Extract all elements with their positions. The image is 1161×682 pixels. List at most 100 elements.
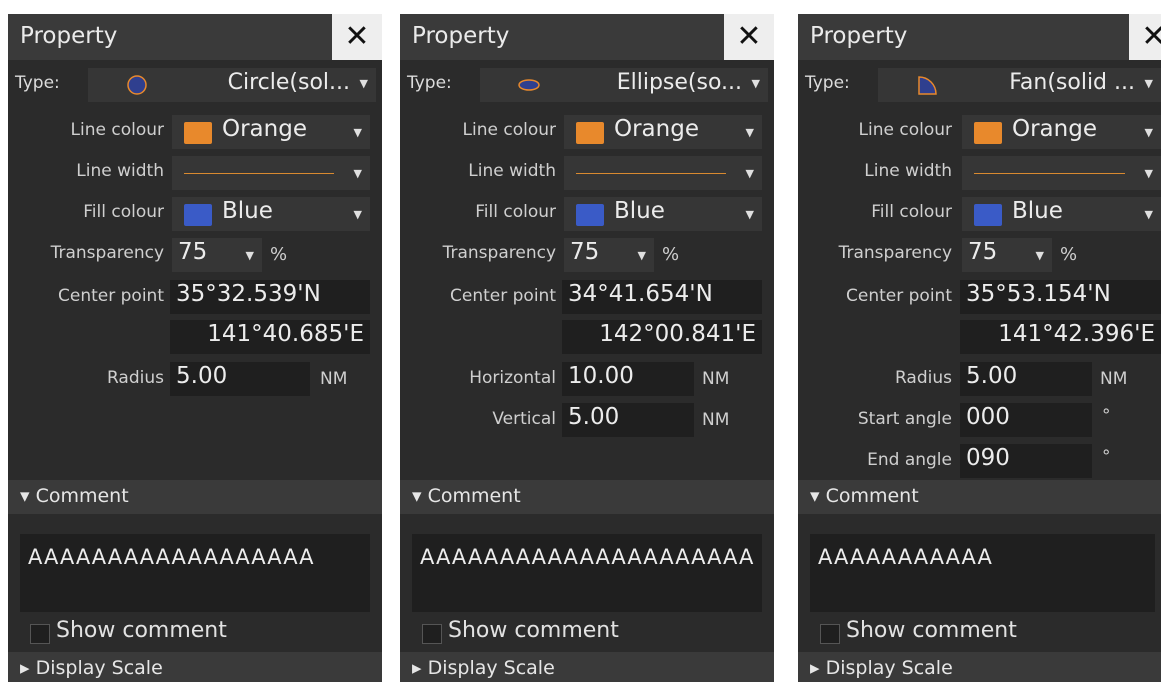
start-angle-input[interactable]: 000 xyxy=(960,403,1092,437)
chevron-down-icon: ▼ xyxy=(353,126,362,139)
transparency-label: Transparency xyxy=(838,243,952,263)
start-angle-value: 000 xyxy=(966,404,1010,430)
longitude-value: 141°40.685'E xyxy=(207,321,364,347)
line-colour-dropdown[interactable]: Orange ▼ xyxy=(962,115,1161,149)
longitude-input[interactable]: 141°40.685'E xyxy=(170,320,370,354)
chevron-down-icon: ▼ xyxy=(245,249,254,262)
type-label: Type: xyxy=(805,73,850,93)
property-panel-ellipse: Property ✕ Type: Ellipse(so... ▼ Line co… xyxy=(400,14,774,682)
show-comment-label: Show comment xyxy=(846,618,1017,643)
type-dropdown[interactable]: Circle(sol... ▼ xyxy=(88,68,376,102)
end-angle-input[interactable]: 090 xyxy=(960,444,1092,478)
end-angle-value: 090 xyxy=(966,445,1010,471)
circle-icon xyxy=(127,75,147,95)
property-panel-fan: Property ✕ Type: Fan(solid ... ▼ Line co… xyxy=(798,14,1161,682)
close-button[interactable]: ✕ xyxy=(332,14,382,60)
radius-input[interactable]: 5.00 xyxy=(960,362,1092,396)
longitude-value: 141°42.396'E xyxy=(998,321,1155,347)
type-row: Type: Fan(solid ... ▼ xyxy=(798,68,1161,102)
comment-textarea[interactable]: AAAAAAAAAAAAAAAAAA xyxy=(20,534,370,612)
fill-colour-dropdown[interactable]: Blue ▼ xyxy=(564,197,762,231)
comment-text: AAAAAAAAAAAAAAAAAAAAA xyxy=(420,545,755,569)
fill-colour-dropdown[interactable]: Blue ▼ xyxy=(172,197,370,231)
fill-colour-value: Blue xyxy=(1012,198,1063,224)
comment-section-header[interactable]: ▾ Comment xyxy=(400,480,774,514)
display-scale-section-header[interactable]: ▸ Display Scale xyxy=(798,652,1161,682)
longitude-input[interactable]: 141°42.396'E xyxy=(960,320,1161,354)
comment-header: ▾ Comment xyxy=(20,485,129,507)
transparency-dropdown[interactable]: 75 ▼ xyxy=(172,238,262,272)
blue-swatch xyxy=(576,204,604,226)
type-value: Ellipse(so... xyxy=(616,70,742,95)
line-colour-value: Orange xyxy=(614,116,699,142)
comment-header: ▾ Comment xyxy=(412,485,521,507)
center-point-label: Center point xyxy=(450,286,556,306)
transparency-dropdown[interactable]: 75 ▼ xyxy=(962,238,1052,272)
comment-textarea[interactable]: AAAAAAAAAAA xyxy=(810,534,1155,612)
transparency-label: Transparency xyxy=(50,243,164,263)
radius-label: Radius xyxy=(894,368,952,388)
vertical-label: Vertical xyxy=(492,409,556,429)
line-colour-dropdown[interactable]: Orange ▼ xyxy=(564,115,762,149)
display-scale-section-header[interactable]: ▸ Display Scale xyxy=(8,652,382,682)
latitude-value: 34°41.654'N xyxy=(568,281,713,307)
line-colour-value: Orange xyxy=(222,116,307,142)
transparency-value: 75 xyxy=(968,239,998,265)
chevron-down-icon: ▼ xyxy=(1144,167,1153,180)
radius-label: Radius xyxy=(106,368,164,388)
line-width-sample xyxy=(184,173,334,174)
comment-text: AAAAAAAAAAAAAAAAAA xyxy=(28,545,315,569)
transparency-value: 75 xyxy=(570,239,600,265)
transparency-dropdown[interactable]: 75 ▼ xyxy=(564,238,654,272)
chevron-down-icon: ▼ xyxy=(353,208,362,221)
comment-section-header[interactable]: ▾ Comment xyxy=(798,480,1161,514)
line-width-dropdown[interactable]: ▼ xyxy=(962,156,1161,190)
comment-textarea[interactable]: AAAAAAAAAAAAAAAAAAAAA xyxy=(412,534,762,612)
vertical-unit: NM xyxy=(702,410,730,430)
transparency-unit: % xyxy=(1060,244,1078,265)
radius-unit: NM xyxy=(320,369,348,389)
close-button[interactable]: ✕ xyxy=(1129,14,1161,60)
start-angle-label: Start angle xyxy=(857,409,952,429)
type-row: Type: Ellipse(so... ▼ xyxy=(400,68,774,102)
end-angle-label: End angle xyxy=(867,450,952,470)
type-label: Type: xyxy=(407,73,452,93)
title-bar[interactable]: Property ✕ xyxy=(8,14,382,60)
chevron-down-icon: ▼ xyxy=(1035,249,1044,262)
title-bar[interactable]: Property ✕ xyxy=(400,14,774,60)
display-scale-label: Display Scale xyxy=(35,657,163,679)
chevron-down-icon: ▼ xyxy=(1144,77,1153,90)
show-comment-checkbox[interactable] xyxy=(422,624,442,644)
line-width-dropdown[interactable]: ▼ xyxy=(172,156,370,190)
line-width-dropdown[interactable]: ▼ xyxy=(564,156,762,190)
fill-colour-dropdown[interactable]: Blue ▼ xyxy=(962,197,1161,231)
longitude-input[interactable]: 142°00.841'E xyxy=(562,320,762,354)
show-comment-label: Show comment xyxy=(448,618,619,643)
fill-colour-value: Blue xyxy=(614,198,665,224)
type-dropdown[interactable]: Fan(solid ... ▼ xyxy=(878,68,1161,102)
comment-section-header[interactable]: ▾ Comment xyxy=(8,480,382,514)
close-button[interactable]: ✕ xyxy=(724,14,774,60)
latitude-input[interactable]: 35°53.154'N xyxy=(960,280,1161,314)
type-dropdown[interactable]: Ellipse(so... ▼ xyxy=(480,68,768,102)
chevron-down-icon: ▼ xyxy=(637,249,646,262)
latitude-input[interactable]: 34°41.654'N xyxy=(562,280,762,314)
type-value: Circle(sol... xyxy=(227,70,350,95)
longitude-value: 142°00.841'E xyxy=(599,321,756,347)
comment-header: ▾ Comment xyxy=(810,485,919,507)
radius-input[interactable]: 5.00 xyxy=(170,362,310,396)
line-width-label: Line width xyxy=(864,161,952,181)
show-comment-checkbox[interactable] xyxy=(820,624,840,644)
horizontal-input[interactable]: 10.00 xyxy=(562,362,694,396)
display-scale-section-header[interactable]: ▸ Display Scale xyxy=(400,652,774,682)
line-colour-label: Line colour xyxy=(858,120,952,140)
transparency-unit: % xyxy=(662,244,680,265)
start-angle-unit: ° xyxy=(1102,406,1111,426)
latitude-input[interactable]: 35°32.539'N xyxy=(170,280,370,314)
title-bar[interactable]: Property ✕ xyxy=(798,14,1161,60)
vertical-input[interactable]: 5.00 xyxy=(562,403,694,437)
line-colour-dropdown[interactable]: Orange ▼ xyxy=(172,115,370,149)
ellipse-icon xyxy=(518,79,540,91)
show-comment-checkbox[interactable] xyxy=(30,624,50,644)
latitude-value: 35°32.539'N xyxy=(176,281,321,307)
